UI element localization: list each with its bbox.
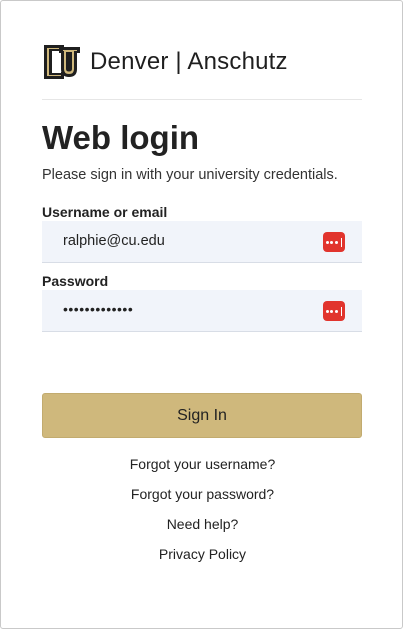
sign-in-button[interactable]: Sign In — [42, 393, 362, 438]
brand-name: Denver | Anschutz — [90, 48, 288, 75]
username-field[interactable]: ralphie@cu.edu — [42, 221, 362, 263]
cu-logo-icon — [42, 43, 82, 81]
page-subtitle: Please sign in with your university cred… — [42, 167, 338, 183]
page-title: Web login — [42, 119, 200, 156]
login-card: Denver | Anschutz Web login Please sign … — [0, 0, 403, 629]
brand-header: Denver | Anschutz — [42, 42, 288, 82]
forgot-password-link[interactable]: Forgot your password? — [1, 486, 403, 502]
header-divider — [42, 99, 362, 100]
password-field[interactable]: ••••••••••••• — [42, 290, 362, 332]
password-manager-icon[interactable] — [323, 301, 345, 321]
password-label: Password — [42, 273, 109, 289]
privacy-policy-link[interactable]: Privacy Policy — [1, 546, 403, 562]
username-value[interactable]: ralphie@cu.edu — [63, 233, 165, 249]
forgot-username-link[interactable]: Forgot your username? — [1, 456, 403, 472]
password-value[interactable]: ••••••••••••• — [63, 301, 133, 317]
username-label: Username or email — [42, 204, 168, 220]
need-help-link[interactable]: Need help? — [1, 516, 403, 532]
password-manager-icon[interactable] — [323, 232, 345, 252]
